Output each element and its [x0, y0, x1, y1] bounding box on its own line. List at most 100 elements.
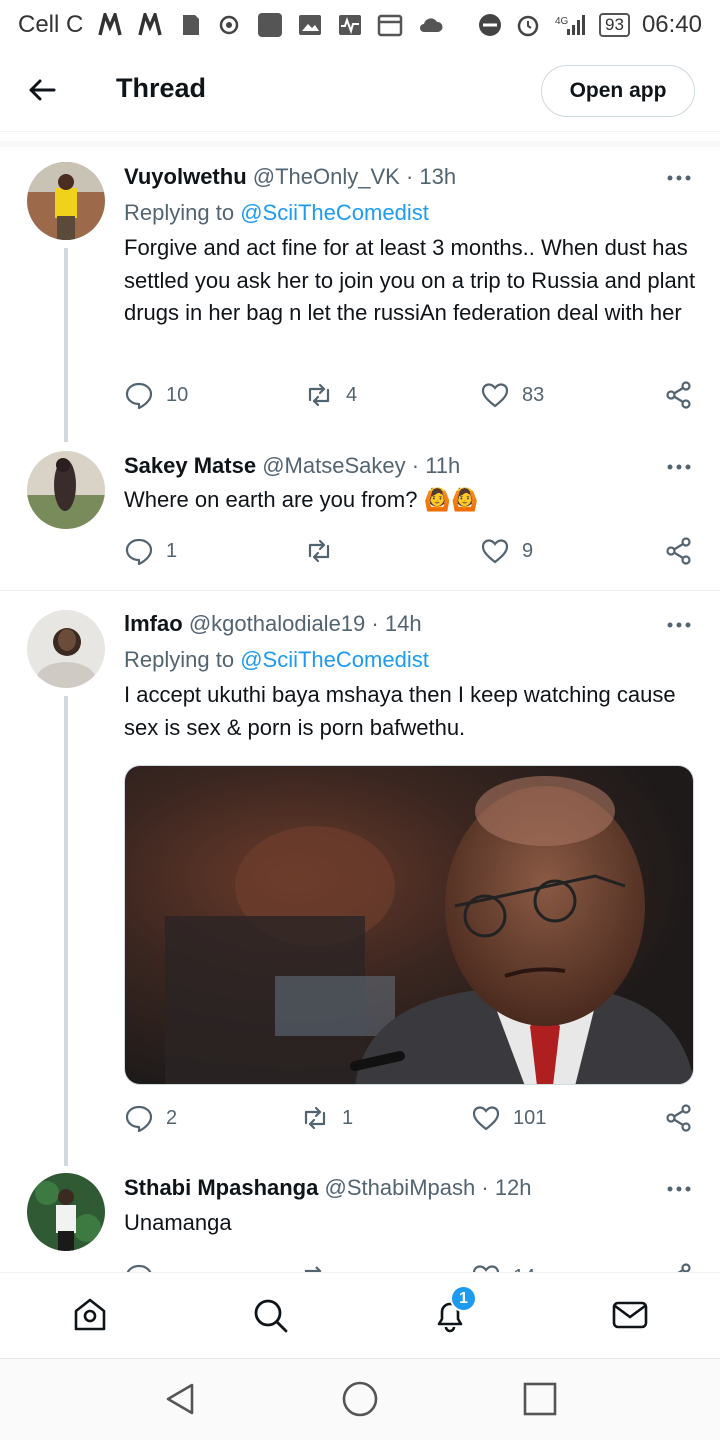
clock: 06:40	[641, 11, 702, 38]
share-icon	[666, 537, 691, 565]
notification-n-icon	[138, 13, 163, 36]
reply-icon	[126, 1264, 152, 1272]
like-button[interactable]: 9	[480, 536, 533, 566]
status-bar: Cell C 4G 93 06:40	[0, 0, 720, 50]
notification-badge: 1	[450, 1285, 477, 1312]
heart-icon	[472, 1265, 500, 1272]
author-name[interactable]: Sthabi Mpashanga	[124, 1175, 318, 1200]
separator-dot: ·	[371, 611, 379, 636]
battery-indicator: 93	[599, 13, 630, 37]
carrier-label: Cell C	[18, 11, 84, 38]
like-count: 9	[522, 539, 534, 562]
like-button[interactable]: 14	[471, 1262, 535, 1272]
home-icon[interactable]	[70, 1295, 110, 1335]
thread-line	[64, 248, 68, 442]
notification-n-icon	[98, 13, 123, 36]
camera-icon	[220, 15, 239, 35]
separator-dot: ·	[405, 164, 414, 189]
share-icon	[677, 1263, 691, 1272]
tweet-header: Sthabi Mpashanga @SthabiMpash · 12h	[124, 1175, 532, 1201]
back-arrow-icon[interactable]	[26, 74, 58, 106]
tweet-actions: 2 1 101	[124, 1103, 704, 1135]
reply-count: 2	[166, 1106, 178, 1129]
tweet-text: I accept ukuthi baya mshaya then I keep …	[124, 682, 676, 740]
author-name[interactable]: lmfao	[124, 611, 183, 636]
system-recents-icon[interactable]	[520, 1379, 560, 1419]
system-home-icon[interactable]	[340, 1379, 380, 1419]
tweet-time[interactable]: 12h	[495, 1175, 532, 1200]
messages-icon[interactable]	[610, 1295, 650, 1335]
mention-link[interactable]: @SciiTheComedist	[240, 200, 429, 225]
more-options-icon[interactable]	[664, 457, 694, 477]
retweet-icon	[308, 539, 330, 563]
retweet-button[interactable]	[304, 536, 346, 566]
tweet-actions: 10 4 83	[124, 380, 704, 412]
top-app-bar: Thread Open app	[0, 50, 720, 132]
alarm-icon	[517, 15, 539, 37]
author-name[interactable]: Vuyolwethu	[124, 164, 247, 189]
reply-button[interactable]: 1	[124, 536, 177, 566]
retweet-count: 1	[342, 1106, 354, 1129]
author-handle[interactable]: @SthabiMpash	[324, 1175, 475, 1200]
reply-icon	[125, 538, 153, 566]
tweet-time[interactable]: 14h	[385, 611, 422, 636]
reply-button[interactable]: 2	[124, 1103, 177, 1133]
author-handle[interactable]: @MatseSakey	[262, 453, 405, 478]
calendar-icon	[378, 14, 403, 37]
avatar[interactable]	[27, 610, 105, 688]
author-handle[interactable]: @TheOnly_VK	[253, 164, 400, 189]
reply-button[interactable]: 10	[124, 380, 188, 410]
reply-icon	[125, 1105, 153, 1133]
avatar[interactable]	[27, 451, 105, 529]
retweet-count: 4	[346, 383, 358, 406]
retweet-button[interactable]	[300, 1262, 330, 1272]
share-icon	[666, 1104, 691, 1132]
system-back-icon[interactable]	[160, 1379, 200, 1419]
share-button[interactable]	[664, 1262, 694, 1272]
activity-icon	[339, 15, 362, 35]
retweet-icon	[304, 1266, 326, 1272]
more-options-icon[interactable]	[664, 168, 694, 188]
replying-prefix: Replying to	[124, 647, 235, 672]
separator-dot: ·	[411, 453, 420, 478]
tweet-header: lmfao @kgothalodiale19 · 14h	[124, 611, 422, 637]
tweet-time[interactable]: 11h	[425, 453, 460, 478]
reply-count: 1	[166, 539, 178, 562]
share-icon	[666, 381, 691, 409]
retweet-icon	[308, 383, 330, 407]
like-button[interactable]: 101	[471, 1103, 546, 1133]
heart-icon	[481, 383, 509, 408]
system-navigation-bar	[0, 1358, 720, 1440]
share-button[interactable]	[664, 380, 694, 410]
heart-icon	[481, 539, 509, 564]
header-divider	[0, 141, 720, 147]
replying-prefix: Replying to	[124, 200, 235, 225]
share-button[interactable]	[664, 1103, 694, 1133]
tweet-time[interactable]: 13h	[419, 164, 456, 189]
tweet-actions: 1 9	[124, 536, 704, 568]
tweet-text: Unamanga	[124, 1210, 232, 1235]
reply-button[interactable]	[124, 1262, 154, 1272]
retweet-button[interactable]: 4	[304, 380, 357, 410]
like-button[interactable]: 83	[480, 380, 544, 410]
separator-dot: ·	[481, 1175, 489, 1200]
bottom-navigation	[0, 1272, 720, 1358]
retweet-button[interactable]: 1	[300, 1103, 353, 1133]
share-button[interactable]	[664, 536, 694, 566]
replying-to: Replying to @SciiTheComedist	[124, 200, 429, 226]
search-icon[interactable]	[250, 1295, 290, 1335]
open-app-button[interactable]: Open app	[541, 65, 695, 117]
author-handle[interactable]: @kgothalodiale19	[189, 611, 365, 636]
mention-link[interactable]: @SciiTheComedist	[240, 647, 429, 672]
reply-icon	[125, 382, 153, 410]
tweet-media-photo[interactable]	[124, 765, 694, 1085]
avatar[interactable]	[27, 1173, 105, 1251]
sd-card-icon	[183, 15, 200, 35]
more-options-icon[interactable]	[664, 615, 694, 635]
avatar[interactable]	[27, 162, 105, 240]
do-not-disturb-icon	[479, 14, 502, 36]
tweet-header: Vuyolwethu @TheOnly_VK · 13h	[124, 164, 456, 190]
like-count: 83	[522, 383, 545, 406]
more-options-icon[interactable]	[664, 1179, 694, 1199]
author-name[interactable]: Sakey Matse	[124, 453, 256, 478]
